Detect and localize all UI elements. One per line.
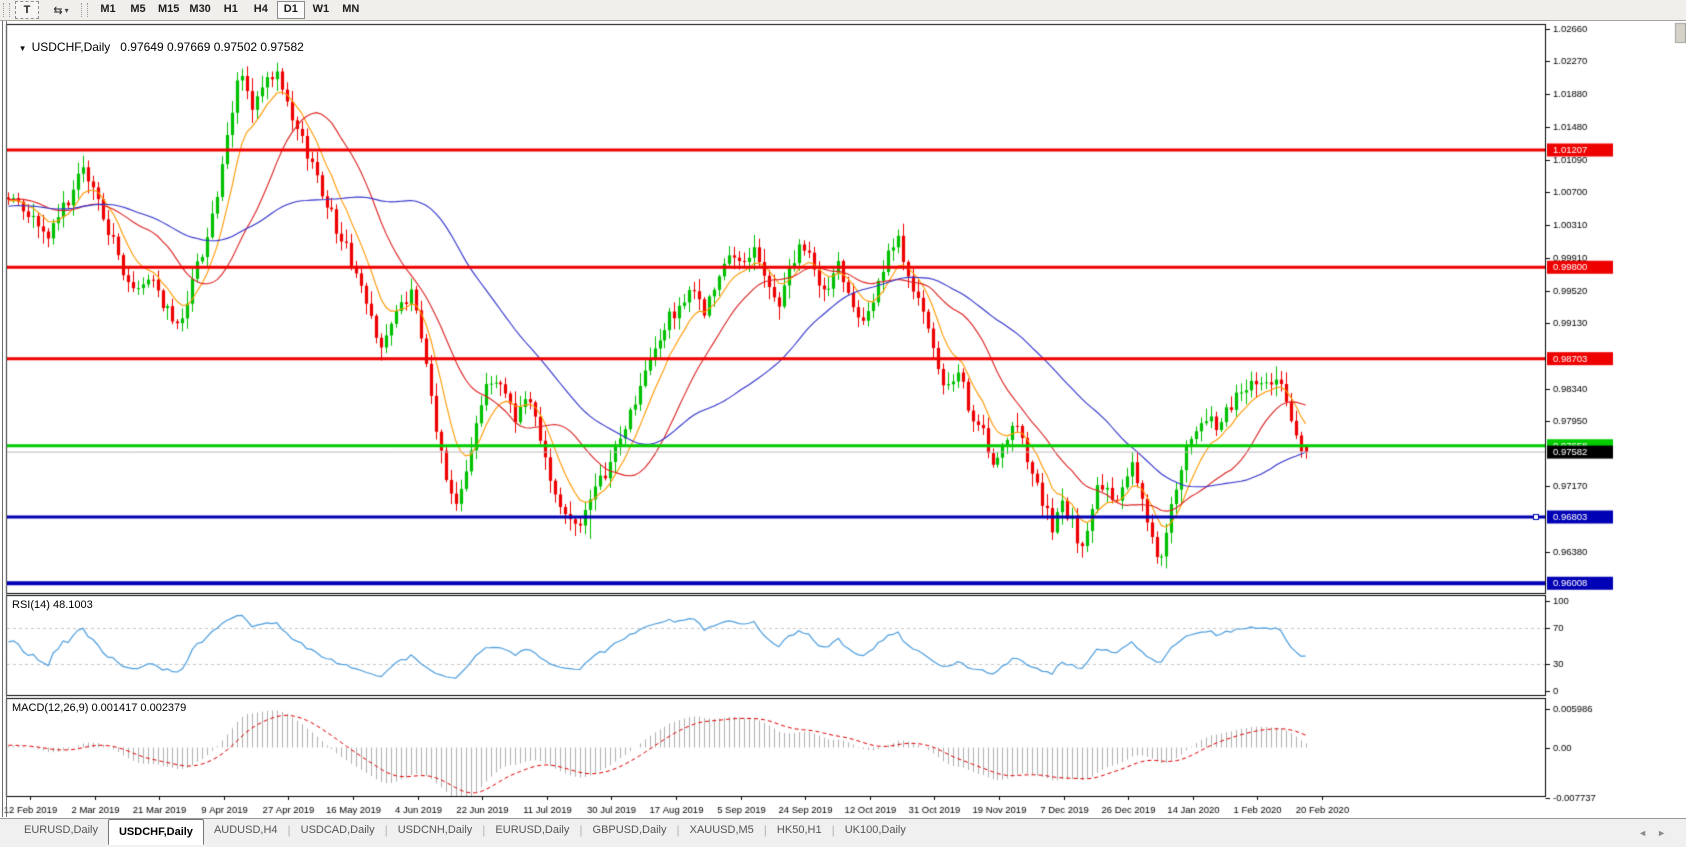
ohlc-values: 0.97649 0.97669 0.97502 0.97582 [120, 40, 304, 54]
collapse-chart-icon[interactable]: ▼ [19, 44, 27, 53]
top-toolbar: T ⇆ ▾ M1 M5 M15 M30 H1 H4 D1 W1 MN [0, 0, 1686, 21]
timeframe-button-h4[interactable]: H4 [247, 1, 275, 19]
mt4-window: { "toolbar": { "text_tool": "T", "profil… [0, 0, 1686, 847]
chart-title: ▼ USDCHF,Daily 0.97649 0.97669 0.97502 0.9… [12, 26, 304, 54]
chart-tab-usdcad-daily[interactable]: USDCAD,Daily [291, 819, 385, 841]
timeframe-group: M1 M5 M15 M30 H1 H4 D1 W1 MN [93, 1, 366, 19]
rsi-indicator-label: RSI(14) 48.1003 [12, 599, 93, 611]
chart-tab-usdcnh-daily[interactable]: USDCNH,Daily [388, 819, 483, 841]
timeframe-button-m30[interactable]: M30 [185, 1, 214, 19]
timeframe-button-d1[interactable]: D1 [276, 1, 305, 19]
chart-tab-eurusd-daily[interactable]: EURUSD,Daily [14, 819, 108, 841]
chart-tab-usdchf-daily[interactable]: USDCHF,Daily [107, 819, 204, 845]
chart-tab-hk50-h1[interactable]: HK50,H1 [767, 819, 832, 841]
timeframe-button-m15[interactable]: M15 [154, 1, 183, 19]
tab-scroll-left-icon[interactable]: ◄ [1638, 828, 1657, 838]
chart-tab-gbpusd-daily[interactable]: GBPUSD,Daily [583, 819, 677, 841]
timeframe-button-m5[interactable]: M5 [124, 1, 152, 19]
chevron-down-icon: ▾ [64, 5, 69, 15]
timeframe-button-mn[interactable]: MN [337, 1, 365, 19]
toolbar-grip [81, 3, 88, 17]
window-frame [2, 21, 7, 817]
text-tool-button[interactable]: T [15, 1, 39, 19]
profiles-icon: ⇆ [53, 4, 63, 17]
chart-tab-audusd-h4[interactable]: AUDUSD,H4 [204, 819, 288, 841]
chart-tabs-bar: EURUSD,Daily USDCHF,Daily AUDUSD,H4 | USDCAD… [0, 818, 1686, 847]
timeframe-button-w1[interactable]: W1 [307, 1, 335, 19]
macd-indicator-label: MACD(12,26,9) 0.001417 0.002379 [12, 702, 187, 714]
profiles-tool-button[interactable]: ⇆ ▾ [49, 1, 73, 19]
symbol-period-label: USDCHF,Daily [31, 40, 111, 54]
timeframe-button-h1[interactable]: H1 [217, 1, 245, 19]
chart-tab-uk100-daily[interactable]: UK100,Daily [835, 819, 916, 841]
chart-canvas[interactable] [0, 0, 1686, 847]
chart-tab-xauusd-m5[interactable]: XAUUSD,M5 [680, 819, 764, 841]
toolbar-grip [3, 3, 10, 17]
chart-tab-eurusd-daily[interactable]: EURUSD,Daily [485, 819, 579, 841]
tab-scroll-right-icon[interactable]: ► [1657, 828, 1676, 838]
timeframe-button-m1[interactable]: M1 [94, 1, 122, 19]
tab-scroll-arrows: ◄► [1638, 828, 1676, 838]
